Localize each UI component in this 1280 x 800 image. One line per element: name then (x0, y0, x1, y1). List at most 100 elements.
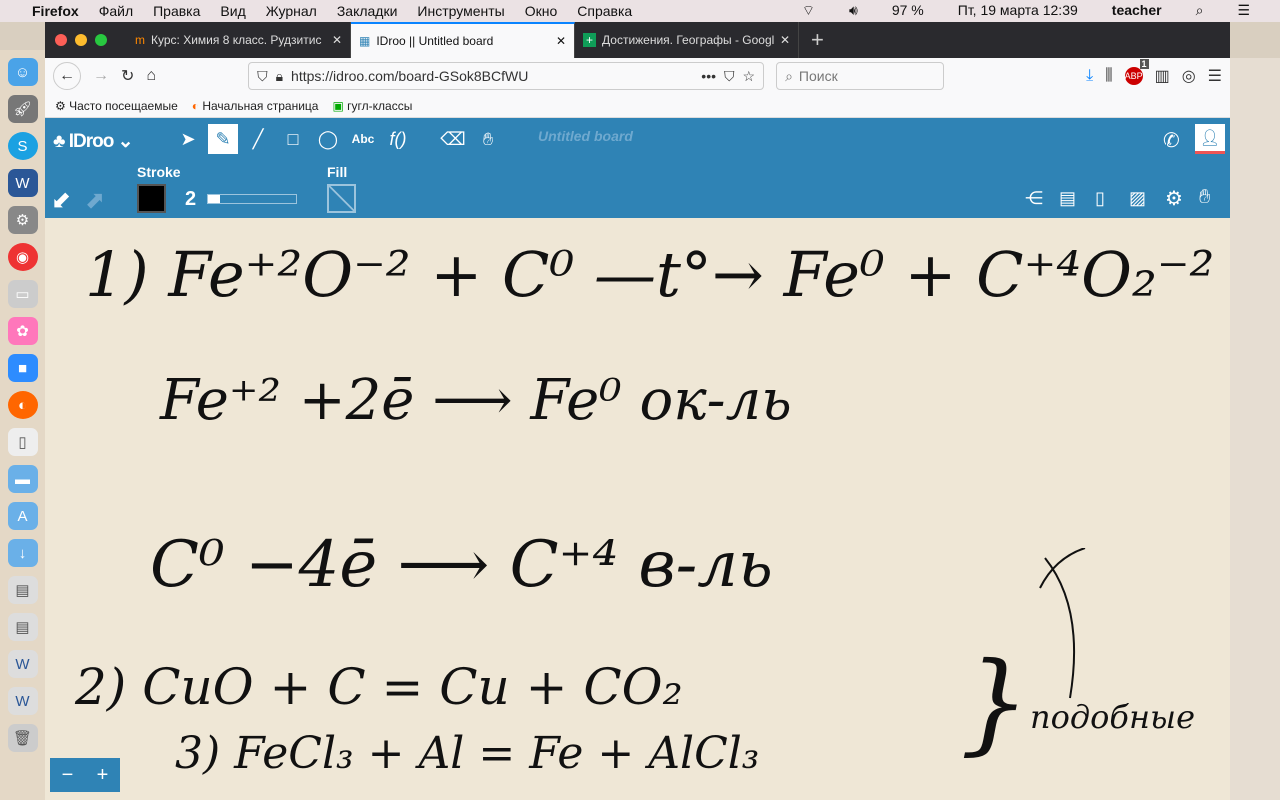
stroke-color-swatch[interactable] (137, 184, 166, 213)
stroke-width-value: 2 (185, 188, 197, 210)
browser-window: m Курс: Химия 8 класс. Рудзитис ✕ ▦ IDroo |… (45, 22, 1230, 800)
share-icon[interactable]: ⋲ (1025, 188, 1043, 209)
more-icon[interactable]: ••• (701, 68, 716, 84)
tab-idroo[interactable]: ▦ IDroo || Untitled board ✕ (351, 22, 575, 58)
call-icon[interactable]: ✆ (1163, 128, 1180, 153)
search-icon: ⌕ (785, 67, 793, 84)
board-line-5: 3) FeCl₃ + Al = Fe + AlCl₃ (175, 728, 760, 779)
tab-course[interactable]: m Курс: Химия 8 класс. Рудзитис ✕ (127, 22, 351, 58)
word-doc-icon[interactable]: W (7, 650, 38, 678)
battery-status[interactable]: 97 % (892, 2, 924, 20)
chat-icon[interactable]: ▤ (1059, 188, 1076, 209)
notification-icon[interactable]: ☰ (1237, 2, 1250, 20)
datetime[interactable]: Пт, 19 марта 12:39 (958, 2, 1078, 20)
url-text[interactable]: https://idroo.com/board-GSok8BCfWU (291, 68, 693, 84)
slider-handle[interactable] (208, 195, 220, 203)
select-tool[interactable]: ➤ (173, 124, 203, 154)
settings-icon[interactable]: ⚙ (7, 206, 38, 234)
redo-button[interactable]: ⬈ (85, 186, 105, 215)
bookmark-most-visited[interactable]: ⚙ Часто посещаемые (55, 99, 178, 113)
fill-label: Fill (327, 164, 348, 180)
forward-button[interactable]: → (93, 67, 109, 85)
downloads-folder-icon[interactable]: ↓ (7, 539, 38, 567)
close-tab-icon[interactable]: ✕ (780, 33, 790, 47)
menu-file[interactable]: Файл (99, 3, 133, 19)
undo-button[interactable]: ⬋ (51, 186, 71, 215)
eraser-tool[interactable]: ⌫ (438, 124, 468, 154)
library-icon[interactable]: ⫼ (1105, 67, 1112, 85)
bookmark-home-page[interactable]: ◐ Начальная страница (192, 99, 319, 113)
zoom-app-icon[interactable]: ■ (7, 354, 38, 382)
keyboard-icon[interactable]: ▭ (7, 280, 38, 308)
photos-icon[interactable]: ✿ (7, 317, 38, 345)
close-tab-icon[interactable]: ✕ (556, 34, 566, 48)
document-icon[interactable]: ▯ (7, 428, 38, 456)
search-input[interactable]: ⌕ Поиск (776, 62, 945, 90)
adblock-icon[interactable]: ABP 1 (1124, 59, 1149, 85)
permissions-icon[interactable]: ✋︎ (1199, 186, 1210, 209)
wifi-icon[interactable]: ⌔ (802, 2, 815, 20)
shield-icon[interactable]: ⛉ (257, 68, 268, 85)
menu-view[interactable]: Вид (220, 3, 245, 19)
home-button[interactable]: ⌂ (146, 67, 156, 85)
background-window (1230, 58, 1280, 800)
finder-icon[interactable]: ☺ (7, 58, 38, 86)
menu-tools[interactable]: Инструменты (417, 3, 504, 19)
tab-bar: m Курс: Химия 8 класс. Рудзитис ✕ ▦ IDroo |… (45, 22, 1230, 58)
firefox-icon[interactable]: ◐ (7, 391, 38, 419)
user-avatar[interactable]: 👤︎ (1195, 124, 1225, 154)
zoom-in-button[interactable]: + (97, 764, 109, 787)
idroo-logo-menu[interactable]: ♣ IDroo ⌄ (53, 130, 134, 153)
menu-app[interactable]: Firefox (32, 3, 79, 19)
menu-history[interactable]: Журнал (266, 3, 317, 19)
account-icon[interactable]: ◎ (1182, 66, 1196, 86)
file-icon[interactable]: ▤ (7, 576, 38, 604)
back-button[interactable]: ← (53, 62, 81, 90)
fill-color-swatch[interactable] (327, 184, 356, 213)
zoom-out-button[interactable]: − (62, 764, 74, 787)
settings-gear-icon[interactable]: ⚙ (1165, 186, 1183, 211)
hand-tool[interactable]: ✋︎ (473, 124, 503, 154)
download-icon[interactable]: ⤓ (1086, 67, 1093, 85)
pages-icon[interactable]: ▯ (1095, 188, 1105, 209)
close-window-button[interactable] (55, 34, 67, 46)
maximize-window-button[interactable] (95, 34, 107, 46)
formula-tool[interactable]: f() (383, 124, 413, 154)
menu-edit[interactable]: Правка (153, 3, 200, 19)
hamburger-menu-icon[interactable]: ☰ (1208, 66, 1222, 86)
ellipse-tool[interactable]: ◯ (313, 124, 343, 154)
text-tool[interactable]: Abc (348, 124, 378, 154)
chrome-icon[interactable]: ◉ (7, 243, 38, 271)
line-tool[interactable]: ╱ (243, 124, 273, 154)
image-icon[interactable]: ▨ (1129, 188, 1146, 209)
word-doc-icon[interactable]: W (7, 687, 38, 715)
sidebar-icon[interactable]: ▥ (1155, 66, 1170, 86)
word-icon[interactable]: W (7, 169, 38, 197)
minimize-window-button[interactable] (75, 34, 87, 46)
applications-folder-icon[interactable]: A (7, 502, 38, 530)
menu-help[interactable]: Справка (577, 3, 632, 19)
whiteboard-canvas[interactable]: 1) Fe⁺²O⁻² + C⁰ —t°→ Fe⁰ + C⁺⁴O₂⁻² Fe⁺² … (45, 218, 1230, 800)
menu-bookmarks[interactable]: Закладки (337, 3, 398, 19)
launchpad-icon[interactable]: 🚀︎ (7, 95, 38, 123)
trash-icon[interactable]: 🗑︎ (7, 724, 38, 752)
bookmark-google-classroom[interactable]: ▣ гугл-классы (332, 99, 412, 113)
star-icon[interactable]: ☆ (743, 68, 756, 85)
tab-sheets[interactable]: + Достижения. Географы - Google ✕ (575, 22, 799, 58)
spotlight-icon[interactable]: ⌕ (1196, 2, 1204, 20)
close-tab-icon[interactable]: ✕ (332, 33, 342, 47)
user-name[interactable]: teacher (1112, 2, 1162, 20)
url-bar[interactable]: ⛉ 🔒︎ https://idroo.com/board-GSok8BCfWU … (248, 62, 765, 90)
file-icon[interactable]: ▤ (7, 613, 38, 641)
new-tab-button[interactable]: + (811, 27, 824, 53)
board-title[interactable]: Untitled board (538, 128, 633, 144)
folder-icon[interactable]: ▬ (7, 465, 38, 493)
menu-window[interactable]: Окно (525, 3, 558, 19)
pencil-tool[interactable]: ✎ (208, 124, 238, 154)
skype-icon[interactable]: S (7, 132, 38, 160)
reload-button[interactable]: ↻ (121, 66, 134, 86)
rectangle-tool[interactable]: □ (278, 124, 308, 154)
stroke-width-slider[interactable] (207, 194, 297, 204)
pocket-icon[interactable]: ⛉ (724, 68, 735, 85)
volume-icon[interactable]: 🔊︎ (849, 2, 858, 20)
